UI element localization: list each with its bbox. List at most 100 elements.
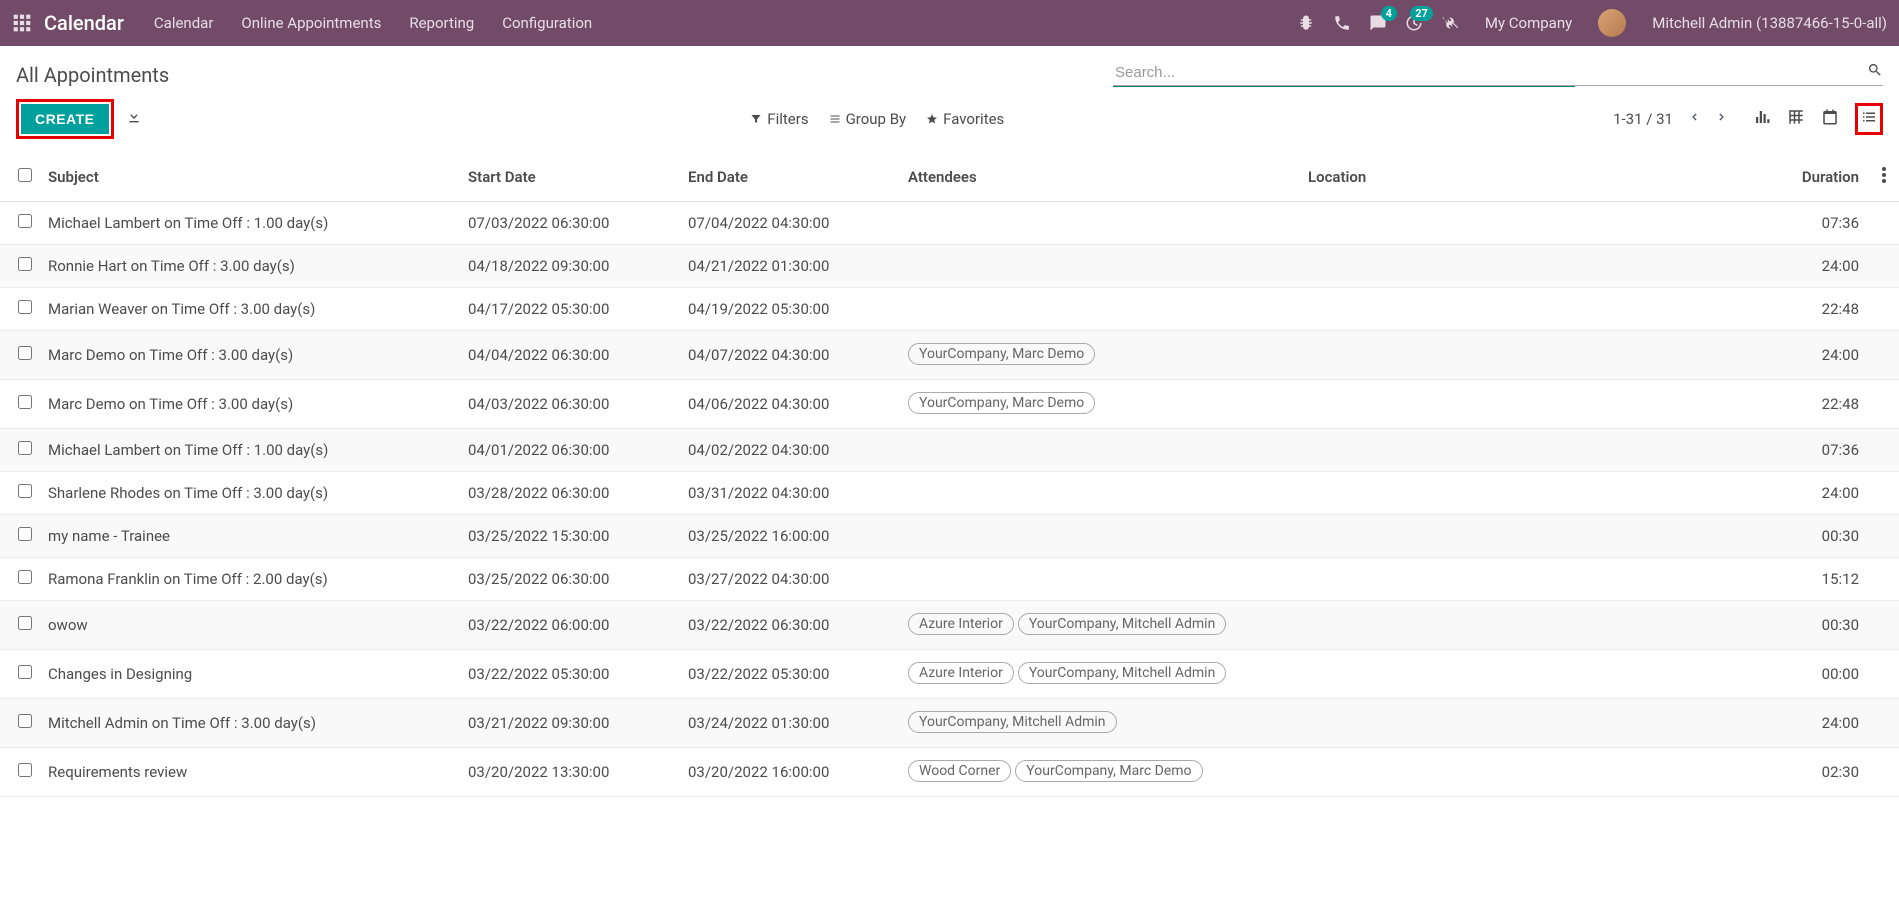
- attendee-tag[interactable]: YourCompany, Marc Demo: [908, 392, 1095, 414]
- pager-text[interactable]: 1-31 / 31: [1613, 110, 1673, 128]
- nav-link-calendar[interactable]: Calendar: [154, 14, 214, 32]
- cell-location: [1300, 380, 1410, 429]
- cell-end: 03/24/2022 01:30:00: [680, 699, 900, 748]
- attendee-tag[interactable]: YourCompany, Mitchell Admin: [908, 711, 1117, 733]
- search-icon[interactable]: [1867, 62, 1883, 82]
- cell-subject: Marc Demo on Time Off : 3.00 day(s): [40, 380, 460, 429]
- messages-icon[interactable]: 4: [1369, 14, 1387, 32]
- col-header-start[interactable]: Start Date: [460, 153, 680, 202]
- row-checkbox[interactable]: [18, 484, 32, 498]
- create-button[interactable]: CREATE: [21, 104, 109, 134]
- table-row[interactable]: my name - Trainee03/25/2022 15:30:0003/2…: [0, 515, 1899, 558]
- row-checkbox[interactable]: [18, 714, 32, 728]
- company-selector[interactable]: My Company: [1485, 14, 1572, 32]
- activities-badge: 27: [1410, 6, 1433, 21]
- row-checkbox[interactable]: [18, 763, 32, 777]
- cell-end: 04/19/2022 05:30:00: [680, 288, 900, 331]
- col-header-duration[interactable]: Duration: [1410, 153, 1869, 202]
- cell-duration: 07:36: [1410, 202, 1869, 245]
- app-title[interactable]: Calendar: [44, 11, 124, 35]
- col-header-end[interactable]: End Date: [680, 153, 900, 202]
- pager-next-icon[interactable]: [1715, 110, 1729, 128]
- cell-start: 03/25/2022 15:30:00: [460, 515, 680, 558]
- cell-duration: 22:48: [1410, 288, 1869, 331]
- cell-subject: Marian Weaver on Time Off : 3.00 day(s): [40, 288, 460, 331]
- cell-location: [1300, 699, 1410, 748]
- attendee-tag[interactable]: YourCompany, Marc Demo: [1015, 760, 1202, 782]
- cell-attendees: [900, 515, 1300, 558]
- table-row[interactable]: Sharlene Rhodes on Time Off : 3.00 day(s…: [0, 472, 1899, 515]
- table-row[interactable]: Marian Weaver on Time Off : 3.00 day(s) 0…: [0, 288, 1899, 331]
- create-highlight: CREATE: [16, 99, 114, 139]
- col-header-location[interactable]: Location: [1300, 153, 1410, 202]
- row-checkbox[interactable]: [18, 665, 32, 679]
- table-row[interactable]: Ramona Franklin on Time Off : 2.00 day(s…: [0, 558, 1899, 601]
- debug-icon[interactable]: [1297, 14, 1315, 32]
- view-graph-icon[interactable]: [1753, 108, 1771, 130]
- filters-button[interactable]: Filters: [750, 110, 808, 128]
- cell-duration: 15:12: [1410, 558, 1869, 601]
- table-row[interactable]: Requirements review03/20/2022 13:30:0003…: [0, 748, 1899, 797]
- phone-icon[interactable]: [1333, 14, 1351, 32]
- avatar[interactable]: [1598, 9, 1626, 37]
- user-menu[interactable]: Mitchell Admin (13887466-15-0-all): [1652, 14, 1887, 32]
- cell-subject: Michael Lambert on Time Off : 1.00 day(s…: [40, 202, 460, 245]
- attendee-tag[interactable]: Azure Interior: [908, 662, 1014, 684]
- row-checkbox[interactable]: [18, 570, 32, 584]
- select-all-checkbox[interactable]: [18, 168, 32, 182]
- col-header-attendees[interactable]: Attendees: [900, 153, 1300, 202]
- attendee-tag[interactable]: YourCompany, Mitchell Admin: [1018, 613, 1227, 635]
- apps-icon[interactable]: [12, 13, 32, 33]
- nav-link-configuration[interactable]: Configuration: [502, 14, 592, 32]
- attendee-tag[interactable]: YourCompany, Mitchell Admin: [1018, 662, 1227, 684]
- row-checkbox[interactable]: [18, 300, 32, 314]
- view-pivot-icon[interactable]: [1787, 108, 1805, 130]
- cell-location: [1300, 650, 1410, 699]
- cell-duration: 24:00: [1410, 331, 1869, 380]
- cell-start: 07/03/2022 06:30:00: [460, 202, 680, 245]
- nav-link-reporting[interactable]: Reporting: [409, 14, 474, 32]
- cell-attendees: [900, 472, 1300, 515]
- cell-location: [1300, 515, 1410, 558]
- cell-end: 03/20/2022 16:00:00: [680, 748, 900, 797]
- col-header-subject[interactable]: Subject: [40, 153, 460, 202]
- cell-subject: Marc Demo on Time Off : 3.00 day(s): [40, 331, 460, 380]
- activities-icon[interactable]: 27: [1405, 14, 1423, 32]
- cell-start: 04/01/2022 06:30:00: [460, 429, 680, 472]
- cell-location: [1300, 558, 1410, 601]
- cell-start: 03/22/2022 06:00:00: [460, 601, 680, 650]
- top-navbar: Calendar Calendar Online Appointments Re…: [0, 0, 1899, 46]
- search-input[interactable]: [1113, 60, 1883, 86]
- tools-icon[interactable]: [1441, 14, 1459, 32]
- cell-attendees: [900, 288, 1300, 331]
- row-checkbox[interactable]: [18, 616, 32, 630]
- nav-link-online-appointments[interactable]: Online Appointments: [241, 14, 381, 32]
- cell-subject: my name - Trainee: [40, 515, 460, 558]
- cell-start: 03/25/2022 06:30:00: [460, 558, 680, 601]
- download-icon[interactable]: [126, 109, 142, 129]
- row-checkbox[interactable]: [18, 214, 32, 228]
- favorites-button[interactable]: Favorites: [926, 110, 1004, 128]
- row-checkbox[interactable]: [18, 346, 32, 360]
- row-checkbox[interactable]: [18, 527, 32, 541]
- column-options-icon[interactable]: [1882, 169, 1886, 187]
- table-row[interactable]: Ronnie Hart on Time Off : 3.00 day(s)04/…: [0, 245, 1899, 288]
- view-list-icon[interactable]: [1860, 114, 1878, 130]
- row-checkbox[interactable]: [18, 257, 32, 271]
- groupby-button[interactable]: Group By: [829, 110, 907, 128]
- pager-prev-icon[interactable]: [1687, 110, 1701, 128]
- table-row[interactable]: Changes in Designing03/22/2022 05:30:000…: [0, 650, 1899, 699]
- table-row[interactable]: Michael Lambert on Time Off : 1.00 day(s…: [0, 202, 1899, 245]
- row-checkbox[interactable]: [18, 395, 32, 409]
- table-row[interactable]: Marc Demo on Time Off : 3.00 day(s)04/03…: [0, 380, 1899, 429]
- row-checkbox[interactable]: [18, 441, 32, 455]
- attendee-tag[interactable]: Wood Corner: [908, 760, 1011, 782]
- table-row[interactable]: Michael Lambert on Time Off : 1.00 day(s…: [0, 429, 1899, 472]
- attendee-tag[interactable]: Azure Interior: [908, 613, 1014, 635]
- view-calendar-icon[interactable]: [1821, 108, 1839, 130]
- table-row[interactable]: Marc Demo on Time Off : 3.00 day(s)04/04…: [0, 331, 1899, 380]
- cell-location: [1300, 245, 1410, 288]
- attendee-tag[interactable]: YourCompany, Marc Demo: [908, 343, 1095, 365]
- table-row[interactable]: Mitchell Admin on Time Off : 3.00 day(s)…: [0, 699, 1899, 748]
- table-row[interactable]: owow03/22/2022 06:00:0003/22/2022 06:30:…: [0, 601, 1899, 650]
